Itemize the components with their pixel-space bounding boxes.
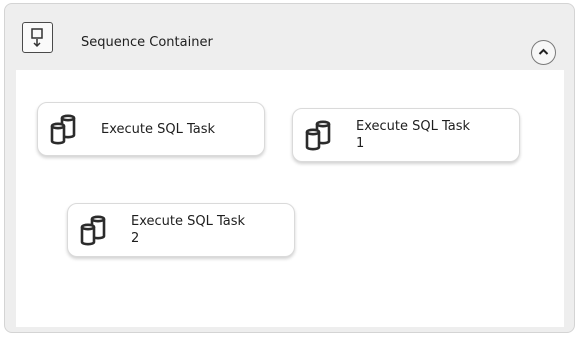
chevron-up-icon (538, 48, 549, 55)
sequence-container-icon (22, 22, 53, 53)
execute-sql-task-2[interactable]: Execute SQL Task 2 (67, 203, 295, 257)
container-header[interactable]: Sequence Container (5, 4, 574, 70)
execute-sql-task[interactable]: Execute SQL Task (37, 102, 265, 156)
container-canvas[interactable]: Execute SQL Task Execute SQL Task 1 Exec… (16, 70, 564, 327)
database-icon (80, 215, 106, 246)
task-label-line1: Execute SQL Task (356, 119, 471, 134)
task-label-line1: Execute SQL Task (131, 214, 246, 229)
task-label: Execute SQL Task (101, 122, 216, 137)
database-icon (50, 114, 76, 145)
container-title: Sequence Container (81, 35, 213, 50)
execute-sql-task-1[interactable]: Execute SQL Task 1 (292, 108, 520, 162)
task-label-line2: 2 (131, 231, 140, 246)
database-icon (305, 120, 331, 151)
task-label-line2: 1 (356, 136, 365, 151)
sequence-container[interactable]: Sequence Container Execute SQL Task Exec… (4, 3, 575, 333)
collapse-button[interactable] (531, 40, 556, 65)
